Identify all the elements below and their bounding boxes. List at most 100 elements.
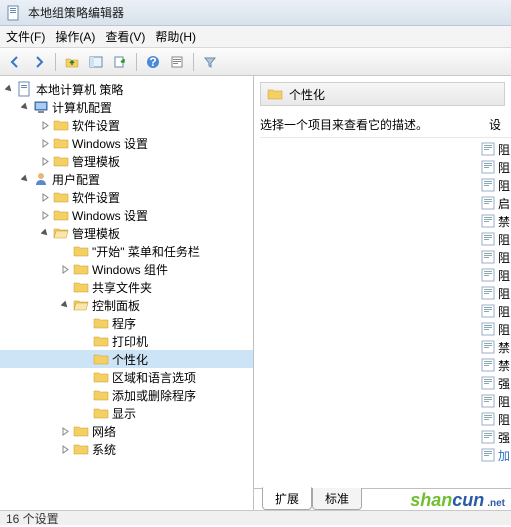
setting-item[interactable]: 阻 [481, 284, 511, 302]
setting-item[interactable]: 强 [481, 428, 511, 446]
collapse-icon[interactable] [20, 174, 31, 185]
expand-icon[interactable] [60, 264, 71, 275]
details-body: 选择一个项目来查看它的描述。 设 阻阻阻启禁阻阻阻阻阻阻禁禁强阻阻强加 [254, 106, 511, 488]
window-title: 本地组策略编辑器 [28, 4, 124, 21]
folder-icon [53, 117, 69, 133]
tree-addremove[interactable]: 添加或删除程序 [0, 386, 253, 404]
setting-item[interactable]: 阻 [481, 158, 511, 176]
collapse-icon[interactable] [4, 84, 15, 95]
setting-item[interactable]: 禁 [481, 338, 511, 356]
setting-item[interactable]: 阻 [481, 320, 511, 338]
menu-help[interactable]: 帮助(H) [155, 28, 196, 45]
folder-icon [93, 315, 109, 331]
tree-printers[interactable]: 打印机 [0, 332, 253, 350]
setting-item[interactable]: 启 [481, 194, 511, 212]
tree-network[interactable]: 网络 [0, 422, 253, 440]
details-header: 个性化 [260, 82, 505, 106]
folder-icon [73, 423, 89, 439]
details-title: 个性化 [289, 86, 325, 103]
setting-item[interactable]: 阻 [481, 140, 511, 158]
tree-u-software[interactable]: 软件设置 [0, 188, 253, 206]
tree-u-admin[interactable]: 管理模板 [0, 224, 253, 242]
tree-c-software[interactable]: 软件设置 [0, 116, 253, 134]
expand-icon[interactable] [40, 120, 51, 131]
collapse-icon[interactable] [40, 228, 51, 239]
back-button[interactable] [4, 51, 26, 73]
expand-icon[interactable] [60, 444, 71, 455]
export-button[interactable] [109, 51, 131, 73]
setting-icon [481, 412, 495, 426]
tree-shared[interactable]: 共享文件夹 [0, 278, 253, 296]
folder-icon [73, 243, 89, 259]
folder-icon [53, 135, 69, 151]
setting-item[interactable]: 禁 [481, 356, 511, 374]
expand-icon[interactable] [60, 426, 71, 437]
setting-item[interactable]: 阻 [481, 302, 511, 320]
filter-button[interactable] [199, 51, 221, 73]
setting-item[interactable]: 阻 [481, 230, 511, 248]
setting-item[interactable]: 阻 [481, 248, 511, 266]
setting-item[interactable]: 阻 [481, 266, 511, 284]
policy-icon [17, 81, 33, 97]
menu-file[interactable]: 文件(F) [6, 28, 45, 45]
tab-standard[interactable]: 标准 [312, 488, 362, 510]
setting-icon [481, 142, 495, 156]
help-button[interactable]: ? [142, 51, 164, 73]
folder-open-icon [73, 297, 89, 313]
up-button[interactable] [61, 51, 83, 73]
column-description[interactable]: 选择一个项目来查看它的描述。 [260, 110, 481, 137]
titlebar: 本地组策略编辑器 [0, 0, 511, 26]
folder-icon [93, 351, 109, 367]
setting-item[interactable]: 阻 [481, 176, 511, 194]
show-hide-tree-button[interactable] [85, 51, 107, 73]
tree-personalization[interactable]: 个性化 [0, 350, 253, 368]
expand-icon[interactable] [40, 192, 51, 203]
tree-control-panel[interactable]: 控制面板 [0, 296, 253, 314]
properties-button[interactable] [166, 51, 188, 73]
setting-item[interactable]: 禁 [481, 212, 511, 230]
setting-item[interactable]: 阻 [481, 392, 511, 410]
tree-computer-config[interactable]: 计算机配置 [0, 98, 253, 116]
setting-icon [481, 304, 495, 318]
tree-win-comp[interactable]: Windows 组件 [0, 260, 253, 278]
settings-list: 阻阻阻启禁阻阻阻阻阻阻禁禁强阻阻强加 [481, 138, 511, 468]
setting-item[interactable]: 加 [481, 446, 511, 464]
folder-icon [73, 441, 89, 457]
expand-icon[interactable] [40, 156, 51, 167]
setting-icon [481, 250, 495, 264]
status-text: 16 个设置 [6, 510, 59, 527]
setting-icon [481, 394, 495, 408]
setting-icon [481, 196, 495, 210]
folder-icon [93, 405, 109, 421]
tree-display[interactable]: 显示 [0, 404, 253, 422]
setting-icon [481, 286, 495, 300]
setting-item[interactable]: 阻 [481, 410, 511, 428]
tree-region[interactable]: 区域和语言选项 [0, 368, 253, 386]
column-setting[interactable]: 设 [481, 110, 511, 137]
tree-user-config[interactable]: 用户配置 [0, 170, 253, 188]
collapse-icon[interactable] [60, 300, 71, 311]
menu-view[interactable]: 查看(V) [105, 28, 145, 45]
tab-extended[interactable]: 扩展 [262, 487, 312, 510]
expand-icon[interactable] [40, 210, 51, 221]
folder-icon [53, 189, 69, 205]
tree-programs[interactable]: 程序 [0, 314, 253, 332]
collapse-icon[interactable] [20, 102, 31, 113]
tree-c-windows[interactable]: Windows 设置 [0, 134, 253, 152]
svg-text:?: ? [149, 55, 156, 69]
folder-icon [93, 387, 109, 403]
menu-action[interactable]: 操作(A) [55, 28, 95, 45]
expand-icon[interactable] [40, 138, 51, 149]
setting-item[interactable]: 强 [481, 374, 511, 392]
forward-button[interactable] [28, 51, 50, 73]
user-icon [33, 171, 49, 187]
setting-icon [481, 340, 495, 354]
setting-icon [481, 160, 495, 174]
tree-c-admin[interactable]: 管理模板 [0, 152, 253, 170]
tree-system[interactable]: 系统 [0, 440, 253, 458]
folder-open-icon [53, 225, 69, 241]
tree-start-menu[interactable]: "开始" 菜单和任务栏 [0, 242, 253, 260]
setting-icon [481, 376, 495, 390]
tree-root[interactable]: 本地计算机 策略 [0, 80, 253, 98]
tree-u-windows[interactable]: Windows 设置 [0, 206, 253, 224]
